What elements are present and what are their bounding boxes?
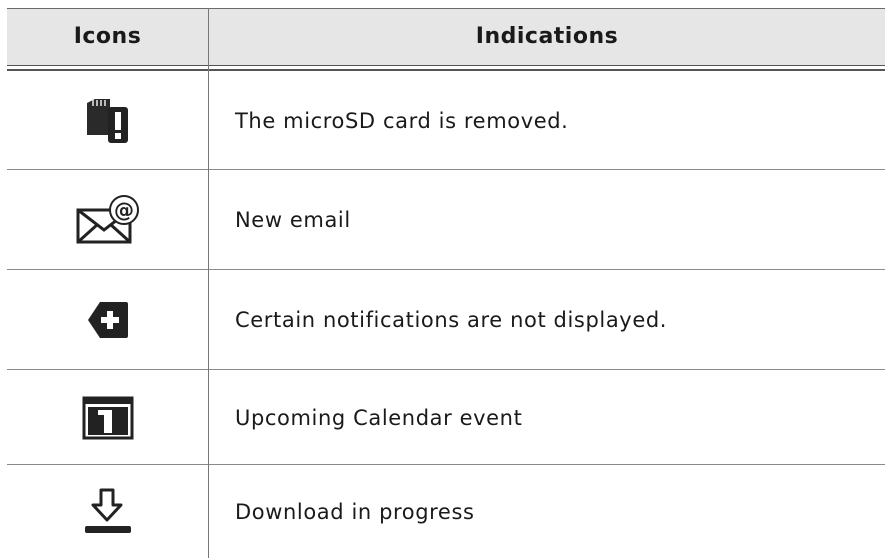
header-icons: Icons <box>73 24 142 49</box>
table-row: @ New email <box>7 170 885 270</box>
column-divider <box>208 8 209 558</box>
indication-text: The microSD card is removed. <box>235 108 569 133</box>
table-row: Upcoming Calendar event <box>7 370 885 465</box>
notifications-hidden-icon <box>7 270 208 370</box>
status-icons-table: Icons Indications The microSD card is re… <box>0 0 885 558</box>
new-email-icon: @ <box>7 170 208 270</box>
table-row: Certain notifications are not displayed. <box>7 270 885 370</box>
table-row: Download in progress <box>7 465 885 558</box>
indication-text: Certain notifications are not displayed. <box>235 308 668 332</box>
indication-text: Upcoming Calendar event <box>235 405 523 430</box>
header-indications: Indications <box>475 24 619 49</box>
table-row: The microSD card is removed. <box>7 71 885 170</box>
calendar-event-icon <box>7 370 208 465</box>
download-progress-icon <box>7 465 208 558</box>
indication-text: New email <box>235 208 351 232</box>
header-rule <box>7 65 885 66</box>
svg-text:@: @ <box>114 198 134 222</box>
microsd-removed-icon <box>7 71 208 170</box>
indication-text: Download in progress <box>235 499 475 524</box>
